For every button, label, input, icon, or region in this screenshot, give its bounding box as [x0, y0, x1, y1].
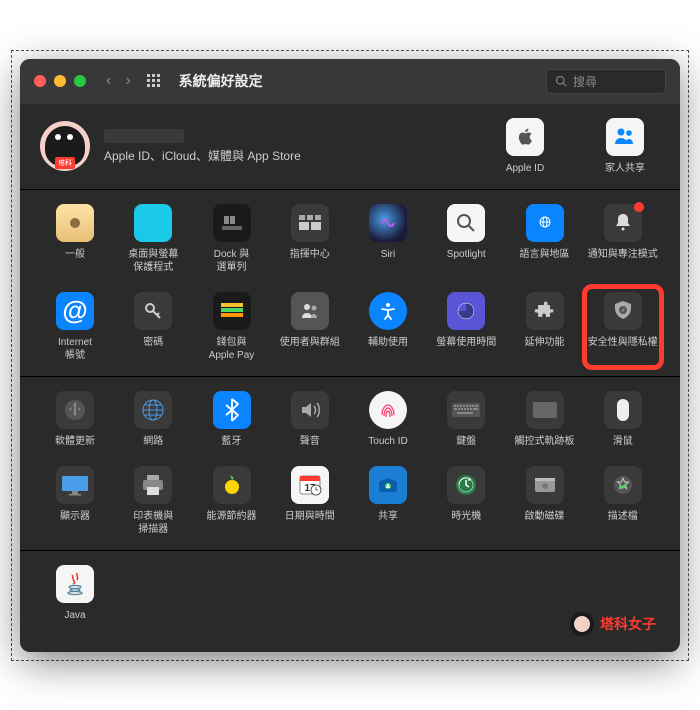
- datetime-pref[interactable]: 17日期與時間: [275, 466, 345, 536]
- datetime-icon: 17: [291, 466, 329, 504]
- energy-pref[interactable]: 能源節約器: [197, 466, 267, 536]
- sound-pref[interactable]: 聲音: [275, 391, 345, 448]
- keyboard-pref[interactable]: 鍵盤: [431, 391, 501, 448]
- displays-icon: [56, 466, 94, 504]
- close-button[interactable]: [34, 75, 46, 87]
- wallet-pref[interactable]: 錢包與 Apple Pay: [197, 292, 267, 362]
- siri-icon: [369, 204, 407, 242]
- back-button[interactable]: ‹: [106, 72, 111, 90]
- titlebar: ‹ › 系統偏好設定 搜尋: [20, 59, 680, 104]
- search-icon: [555, 75, 567, 87]
- watermark-icon: [570, 612, 594, 636]
- displays-pref[interactable]: 顯示器: [40, 466, 110, 536]
- spotlight-pref[interactable]: Spotlight: [431, 204, 501, 274]
- system-preferences-window: ‹ › 系統偏好設定 搜尋 塔科 Apple ID、iCloud、媒體與 App…: [20, 59, 680, 652]
- sharing-icon: [369, 466, 407, 504]
- window-controls: [34, 75, 86, 87]
- profiles-icon: [604, 466, 642, 504]
- timemachine-icon: [447, 466, 485, 504]
- startup-icon: [526, 466, 564, 504]
- desktop-icon: [134, 204, 172, 242]
- general-pref[interactable]: 一般: [40, 204, 110, 274]
- security-pref[interactable]: 安全性與隱私權: [588, 292, 658, 362]
- startup-pref[interactable]: 啟動磁碟: [510, 466, 580, 536]
- window-title: 系統偏好設定: [179, 71, 536, 91]
- java-pref[interactable]: Java: [40, 565, 110, 622]
- sound-icon: [291, 391, 329, 429]
- forward-button[interactable]: ›: [125, 72, 130, 90]
- language-icon: [526, 204, 564, 242]
- minimize-button[interactable]: [54, 75, 66, 87]
- spotlight-icon: [447, 204, 485, 242]
- extensions-icon: [526, 292, 564, 330]
- network-pref[interactable]: 網路: [118, 391, 188, 448]
- grid-view-icon[interactable]: [147, 74, 161, 88]
- trackpad-icon: [526, 391, 564, 429]
- users-pref[interactable]: 使用者與群組: [275, 292, 345, 362]
- mission-pref[interactable]: 指揮中心: [275, 204, 345, 274]
- touchid-pref[interactable]: Touch ID: [353, 391, 423, 448]
- internet-pref[interactable]: @Internet 帳號: [40, 292, 110, 362]
- wallet-icon: [213, 292, 251, 330]
- keyboard-icon: [447, 391, 485, 429]
- apple-id-button[interactable]: Apple ID: [490, 118, 560, 175]
- touchid-icon: [369, 391, 407, 429]
- prefs-section-1: 一般桌面與螢幕 保護程式Dock 與 選單列指揮中心SiriSpotlight語…: [20, 190, 680, 377]
- printers-icon: [134, 466, 172, 504]
- extensions-pref[interactable]: 延伸功能: [510, 292, 580, 362]
- accessibility-icon: [369, 292, 407, 330]
- general-icon: [56, 204, 94, 242]
- search-placeholder: 搜尋: [573, 73, 597, 90]
- family-icon: [606, 118, 644, 156]
- users-icon: [291, 292, 329, 330]
- passwords-icon: [134, 292, 172, 330]
- screentime-pref[interactable]: 螢幕使用時間: [431, 292, 501, 362]
- profiles-pref[interactable]: 描述檔: [588, 466, 658, 536]
- account-info[interactable]: Apple ID、iCloud、媒體與 App Store: [104, 129, 476, 164]
- family-sharing-button[interactable]: 家人共享: [590, 118, 660, 175]
- passwords-pref[interactable]: 密碼: [118, 292, 188, 362]
- internet-icon: @: [56, 292, 94, 330]
- watermark: 塔科女子: [570, 612, 656, 636]
- software-icon: [56, 391, 94, 429]
- screentime-icon: [447, 292, 485, 330]
- dock-icon: [213, 204, 251, 242]
- network-icon: [134, 391, 172, 429]
- fullscreen-button[interactable]: [74, 75, 86, 87]
- trackpad-pref[interactable]: 觸控式軌跡板: [510, 391, 580, 448]
- prefs-section-2: 軟體更新網路藍牙聲音Touch ID鍵盤觸控式軌跡板滑鼠 顯示器印表機與 掃描器…: [20, 377, 680, 551]
- notifications-pref[interactable]: 通知與專注模式: [588, 204, 658, 274]
- java-icon: [56, 565, 94, 603]
- bluetooth-pref[interactable]: 藍牙: [197, 391, 267, 448]
- mission-icon: [291, 204, 329, 242]
- printers-pref[interactable]: 印表機與 掃描器: [118, 466, 188, 536]
- apple-logo-icon: [506, 118, 544, 156]
- account-subtitle: Apple ID、iCloud、媒體與 App Store: [104, 147, 476, 164]
- software-pref[interactable]: 軟體更新: [40, 391, 110, 448]
- mouse-icon: [604, 391, 642, 429]
- language-pref[interactable]: 語言與地區: [510, 204, 580, 274]
- bluetooth-icon: [213, 391, 251, 429]
- avatar[interactable]: 塔科: [40, 121, 90, 171]
- accessibility-pref[interactable]: 輔助使用: [353, 292, 423, 362]
- desktop-pref[interactable]: 桌面與螢幕 保護程式: [118, 204, 188, 274]
- sharing-pref[interactable]: 共享: [353, 466, 423, 536]
- dock-pref[interactable]: Dock 與 選單列: [197, 204, 267, 274]
- account-name-redacted: [104, 129, 184, 143]
- account-section: 塔科 Apple ID、iCloud、媒體與 App Store Apple I…: [20, 104, 680, 190]
- search-input[interactable]: 搜尋: [546, 69, 666, 94]
- mouse-pref[interactable]: 滑鼠: [588, 391, 658, 448]
- security-icon: [604, 292, 642, 330]
- siri-pref[interactable]: Siri: [353, 204, 423, 274]
- notifications-icon: [604, 204, 642, 242]
- prefs-section-3: Java 塔科女子: [20, 551, 680, 652]
- energy-icon: [213, 466, 251, 504]
- timemachine-pref[interactable]: 時光機: [431, 466, 501, 536]
